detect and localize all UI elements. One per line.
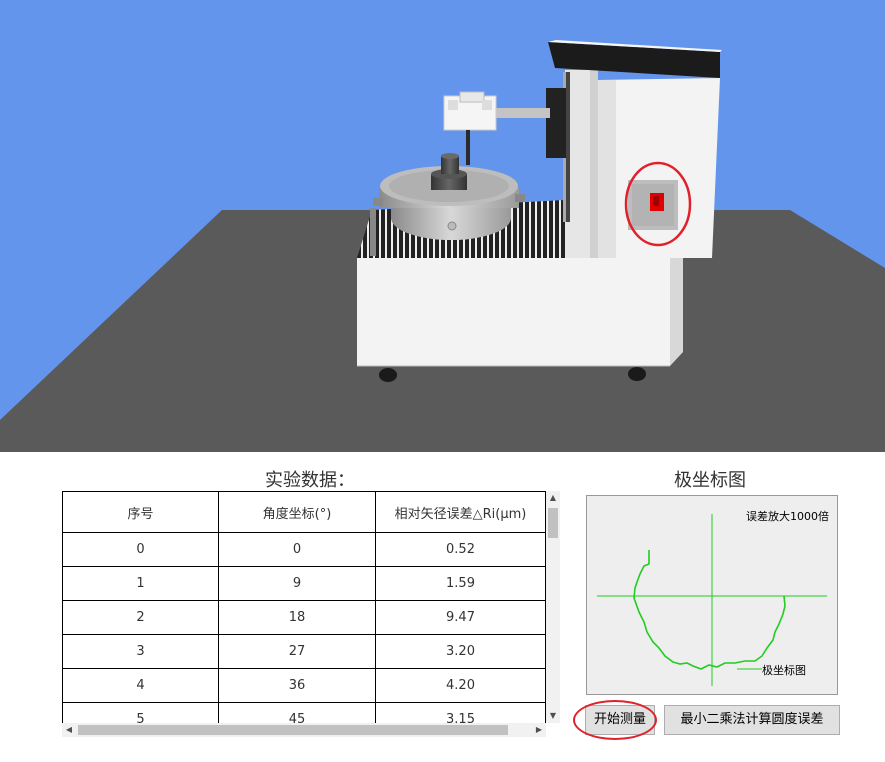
data-table: 序号 角度坐标(°) 相对矢径误差△Ri(μm) 0 0 0.52 1 9 1.…	[62, 491, 546, 737]
foot-right	[628, 367, 646, 381]
table-header-row: 序号 角度坐标(°) 相对矢径误差△Ri(μm)	[62, 491, 546, 533]
tower-front	[598, 78, 720, 258]
scroll-left-arrow-icon[interactable]: ◀	[62, 723, 76, 737]
arm-bracket	[546, 88, 566, 158]
column-front	[590, 62, 598, 258]
probe-arm	[495, 108, 550, 118]
polar-legend-label: 极坐标图	[762, 664, 806, 677]
3d-viewport[interactable]	[0, 0, 885, 452]
cell-index: 1	[62, 566, 219, 601]
polar-plot-title: 极坐标图	[674, 470, 746, 491]
cell-angle: 36	[218, 668, 376, 703]
polar-plot-panel: 误差放大1000倍 极坐标图	[586, 495, 838, 695]
cell-angle: 0	[218, 532, 376, 567]
table-row: 2 18 9.47	[62, 600, 546, 635]
cell-angle: 9	[218, 566, 376, 601]
cell-index: 4	[62, 668, 219, 703]
table-title: 实验数据：	[265, 470, 355, 491]
cell-index: 3	[62, 634, 219, 669]
data-table-container[interactable]: 序号 角度坐标(°) 相对矢径误差△Ri(μm) 0 0 0.52 1 9 1.…	[62, 491, 560, 741]
cell-error: 0.52	[375, 532, 546, 567]
magnification-note: 误差放大1000倍	[746, 510, 829, 523]
cell-angle: 27	[218, 634, 376, 669]
scroll-up-arrow-icon[interactable]: ▲	[546, 491, 560, 505]
vertical-scroll-thumb[interactable]	[548, 508, 558, 538]
cell-error: 3.20	[375, 634, 546, 669]
cell-index: 2	[62, 600, 219, 635]
scroll-right-arrow-icon[interactable]: ▶	[532, 723, 546, 737]
horizontal-scroll-thumb[interactable]	[78, 725, 508, 735]
polar-error-curve	[633, 550, 786, 670]
cell-index: 0	[62, 532, 219, 567]
cell-angle: 18	[218, 600, 376, 635]
column-header-angle: 角度坐标(°)	[218, 491, 376, 533]
column-header-radial-error: 相对矢径误差△Ri(μm)	[375, 491, 546, 533]
machine-base-side	[670, 240, 683, 366]
table-row: 0 0 0.52	[62, 532, 546, 567]
cell-error: 1.59	[375, 566, 546, 601]
cell-error: 4.20	[375, 668, 546, 703]
foot-left	[379, 368, 397, 382]
cell-error: 9.47	[375, 600, 546, 635]
table-row: 4 36 4.20	[62, 668, 546, 703]
vertical-scrollbar[interactable]: ▲ ▼	[546, 491, 560, 723]
least-squares-roundness-button[interactable]: 最小二乘法计算圆度误差	[664, 705, 840, 735]
column-header-index: 序号	[62, 491, 219, 533]
probe-stylus	[466, 130, 470, 165]
horizontal-scrollbar[interactable]: ◀ ▶	[62, 723, 546, 737]
scroll-down-arrow-icon[interactable]: ▼	[546, 709, 560, 723]
roundness-tester-scene	[0, 0, 885, 452]
machine-base-front	[357, 258, 670, 366]
table-row: 1 9 1.59	[62, 566, 546, 601]
start-measurement-button[interactable]: 开始测量	[585, 705, 655, 735]
table-row: 3 27 3.20	[62, 634, 546, 669]
